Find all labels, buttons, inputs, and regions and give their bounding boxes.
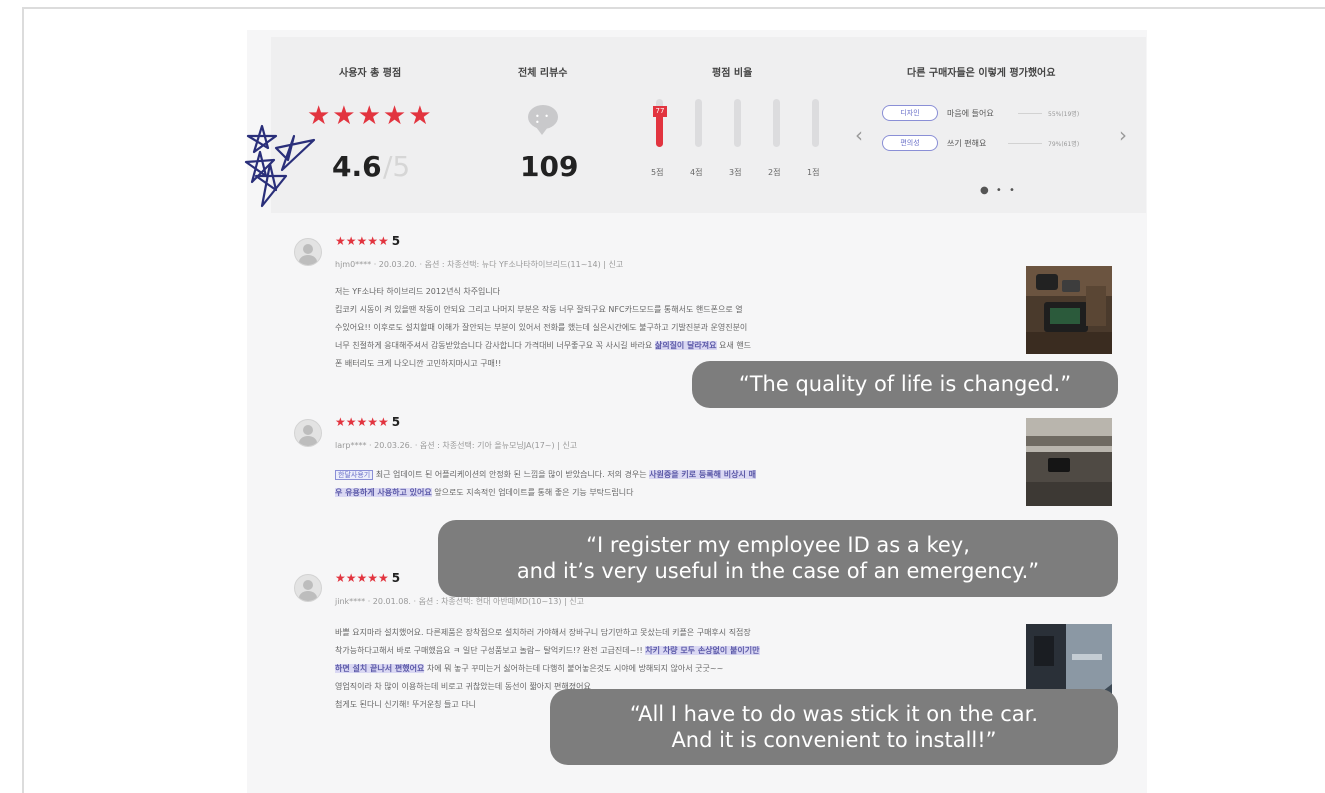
rating-max: /5 xyxy=(383,150,411,183)
review-tag: 한달사용기 xyxy=(335,470,374,480)
avatar xyxy=(294,419,322,447)
ratio-bar xyxy=(734,99,741,147)
ratio-bar-label: 5점 xyxy=(651,168,664,177)
avatar xyxy=(294,574,322,602)
rating-score: 4.6 xyxy=(332,150,382,183)
next-arrow-icon[interactable]: › xyxy=(1119,123,1127,147)
review-text-line: 폰 배터리도 크게 나오니깐 고민하지마시고 구매!! xyxy=(335,359,502,368)
review-score: 5 xyxy=(391,571,401,585)
ratio-bar xyxy=(695,99,702,147)
avatar xyxy=(294,238,322,266)
review-highlight: 우 유용하게 사용하고 있어요 xyxy=(335,488,432,497)
review-text-line: 영업직이라 차 많이 이용하는데 비로고 귀찮았는데 동선이 짧아지 편해졌어요 xyxy=(335,682,591,691)
callout-install: “All I have to do was stick it on the ca… xyxy=(550,689,1118,765)
prev-arrow-icon[interactable]: ‹ xyxy=(855,123,863,147)
review-stars: ★★★★★ 5 xyxy=(335,234,401,248)
review-highlight: 삶의질이 달라져요 xyxy=(654,341,717,350)
speech-bubble-icon: • • • xyxy=(528,105,558,135)
review-stars: ★★★★★ 5 xyxy=(335,571,401,585)
review-highlight: 차키 차량 모두 손상없이 붙이기만 xyxy=(645,646,760,655)
others-title: 다른 구매자들은 이렇게 평가했어요 xyxy=(907,68,1056,79)
others-chip-design: 디자인 xyxy=(882,105,938,121)
reviews-count: 109 xyxy=(520,150,579,183)
others-line xyxy=(1018,113,1042,114)
frame-border-top xyxy=(22,7,1325,9)
ratio-bar-label: 1점 xyxy=(807,168,820,177)
ratio-bar-label: 4점 xyxy=(690,168,703,177)
review-text-line: 한달사용기 최근 업데이트 된 어플리케이션의 안정화 된 느낌을 많이 받았습… xyxy=(335,469,756,480)
ratio-bar-label: 3점 xyxy=(729,168,742,177)
review-score: 5 xyxy=(391,234,401,248)
review-meta: hjm0**** · 20.03.20. · 옵션 : 차종선택: 뉴다 YF소… xyxy=(335,260,624,269)
hand-drawn-stars-icon xyxy=(244,124,316,208)
ratio-bar-label: 2점 xyxy=(768,168,781,177)
others-text-usability: 쓰기 편해요 xyxy=(947,139,987,148)
callout-line: “The quality of life is changed.” xyxy=(738,372,1072,396)
review-text-line: 너무 친절하게 응대해주셔서 감동받았습니다 감사합니다 가격대비 너무좋구요 … xyxy=(335,341,752,350)
review-text-line: 저는 YF소나타 하이브리드 2012년식 차주입니다 xyxy=(335,287,501,296)
callout-quality: “The quality of life is changed.” xyxy=(692,361,1118,408)
callout-line: “All I have to do was stick it on the ca… xyxy=(629,702,1039,726)
frame-border-left xyxy=(22,7,24,793)
callout-employee-id: “I register my employee ID as a key, and… xyxy=(438,520,1118,597)
review-text-line: 착가능하다고해서 바로 구매했음요 ㅋ 일단 구성품보고 놀람~ 탈억키드!? … xyxy=(335,646,760,655)
ratio-flag: 77 xyxy=(653,106,667,118)
review-stars: ★★★★★ 5 xyxy=(335,415,401,429)
ratio-bar xyxy=(812,99,819,147)
others-pct-design: 55%(19명) xyxy=(1048,111,1080,118)
review-text-line: 첨게도 된다니 신기해! 뚜거운칭 들고 다니 xyxy=(335,700,477,709)
others-chip-usability: 편의성 xyxy=(882,135,938,151)
rating-summary: 사용자 총 평점 ★★★★★ 4.6 /5 전체 리뷰수 • • • 109 평… xyxy=(271,37,1146,213)
review-text-line: 하면 설치 끝나서 편했어요 차에 뭐 놓구 꾸미는거 싫어하는데 다행히 붙어… xyxy=(335,664,724,673)
review-text-line: 킵코키 시동이 켜 있을땐 작동이 안되요 그리고 나머지 부분은 작동 너무 … xyxy=(335,305,743,314)
callout-line: “I register my employee ID as a key, xyxy=(586,533,970,557)
rating-stars: ★★★★★ xyxy=(307,101,434,131)
review-highlight: 하면 설치 끝나서 편했어요 xyxy=(335,664,425,673)
rating-title: 사용자 총 평점 xyxy=(339,68,402,79)
others-text-design: 마음에 들어요 xyxy=(947,109,994,118)
review-score: 5 xyxy=(391,415,401,429)
review-text-line: 수있어요!! 이후로도 설치할때 이해가 잘안되는 부분이 있어서 전화를 했는… xyxy=(335,323,748,332)
callout-line: and it’s very useful in the case of an e… xyxy=(516,559,1040,583)
reviews-title: 전체 리뷰수 xyxy=(518,68,568,79)
pager-dots[interactable]: ● • • xyxy=(980,185,1017,196)
ratio-bar xyxy=(773,99,780,147)
review-text-line: 우 유용하게 사용하고 있어요 앞으로도 지속적인 업데이트를 통해 좋은 기능… xyxy=(335,488,634,497)
ratio-title: 평점 비율 xyxy=(712,68,753,79)
others-line xyxy=(1008,143,1042,144)
review-highlight: 사원증을 키로 등록해 비상시 매 xyxy=(649,470,756,479)
review-photo[interactable] xyxy=(1026,418,1112,506)
others-pct-usability: 79%(61명) xyxy=(1048,141,1080,148)
review-text-line: 바쁠 요지마라 설치했어요. 다른제품은 장착점으로 설치하러 가야해서 장바구… xyxy=(335,628,751,637)
callout-line: And it is convenient to install!” xyxy=(671,728,997,752)
review-meta: jink**** · 20.01.08. · 옵션 : 차종선택: 현대 아반떼… xyxy=(335,597,584,606)
review-meta: larp**** · 20.03.26. · 옵션 : 차종선택: 기아 올뉴모… xyxy=(335,441,578,450)
review-photo[interactable] xyxy=(1026,266,1112,354)
